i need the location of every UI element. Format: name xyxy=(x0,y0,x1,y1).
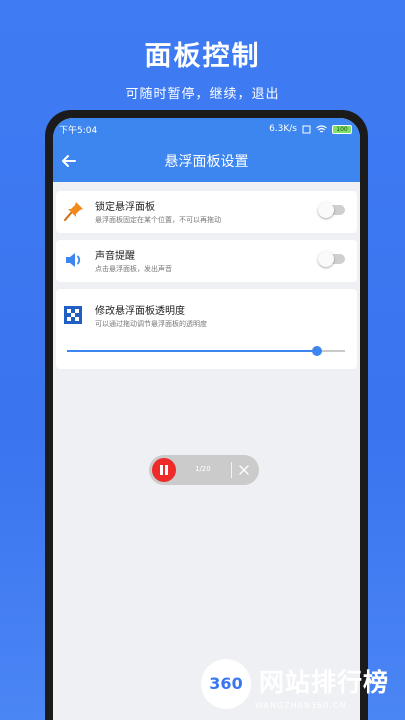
phone-frame: 下午5:04 6.3K/s 100 悬浮面板设置 锁定悬浮面板 悬浮面板固定在某… xyxy=(45,110,368,720)
lock-panel-toggle[interactable] xyxy=(318,202,345,218)
status-time: 下午5:04 xyxy=(59,125,98,136)
pause-button[interactable] xyxy=(152,458,176,482)
status-right: 6.3K/s 100 xyxy=(269,124,352,134)
sound-reminder-title: 声音提醒 xyxy=(95,251,135,262)
wifi-icon xyxy=(316,124,327,132)
opacity-description: 可以通过拖动调节悬浮面板的透明度 xyxy=(95,320,207,328)
pushpin-icon xyxy=(64,202,83,221)
sim-icon xyxy=(302,125,311,133)
watermark: 360 网站排行榜 WANGZHAN360.CN xyxy=(197,653,405,720)
opacity-title: 修改悬浮面板透明度 xyxy=(95,306,185,317)
lock-panel-description: 悬浮面板固定在某个位置，不可以再拖动 xyxy=(95,216,221,224)
phone-screen: 下午5:04 6.3K/s 100 悬浮面板设置 锁定悬浮面板 悬浮面板固定在某… xyxy=(53,118,360,720)
opacity-slider[interactable] xyxy=(67,346,345,356)
battery-icon: 100 xyxy=(332,124,352,134)
watermark-url: WANGZHAN360.CN xyxy=(255,701,347,710)
sound-reminder-setting: 声音提醒 点击悬浮面板，发出声音 xyxy=(56,240,357,282)
opacity-slider-fill xyxy=(67,350,318,352)
opacity-slider-thumb[interactable] xyxy=(312,346,323,356)
toggle-knob xyxy=(318,202,334,218)
page-title: 悬浮面板设置 xyxy=(164,154,249,170)
lock-panel-setting: 锁定悬浮面板 悬浮面板固定在某个位置，不可以再拖动 xyxy=(56,191,357,233)
sound-reminder-description: 点击悬浮面板，发出声音 xyxy=(95,265,172,273)
close-icon[interactable] xyxy=(237,463,251,477)
toggle-knob xyxy=(318,251,334,267)
click-counter: 1/20 xyxy=(195,465,211,473)
hero-title: 面板控制 xyxy=(144,41,261,72)
nav-bar: 悬浮面板设置 xyxy=(53,140,360,182)
hero-subtitle: 可随时暂停，继续，退出 xyxy=(125,87,280,102)
watermark-logo: 360 xyxy=(201,659,251,709)
arrow-left-icon[interactable] xyxy=(59,151,79,171)
network-speed: 6.3K/s xyxy=(269,124,297,134)
watermark-title: 网站排行榜 xyxy=(259,668,390,697)
checker-icon xyxy=(64,306,82,324)
panel-divider xyxy=(231,462,232,478)
status-bar: 下午5:04 6.3K/s 100 xyxy=(53,118,360,140)
lock-panel-title: 锁定悬浮面板 xyxy=(95,202,155,213)
floating-panel[interactable]: 1/20 xyxy=(149,455,259,485)
sound-reminder-toggle[interactable] xyxy=(318,251,345,267)
speaker-icon xyxy=(66,253,81,267)
opacity-setting: 修改悬浮面板透明度 可以通过拖动调节悬浮面板的透明度 xyxy=(56,289,357,369)
